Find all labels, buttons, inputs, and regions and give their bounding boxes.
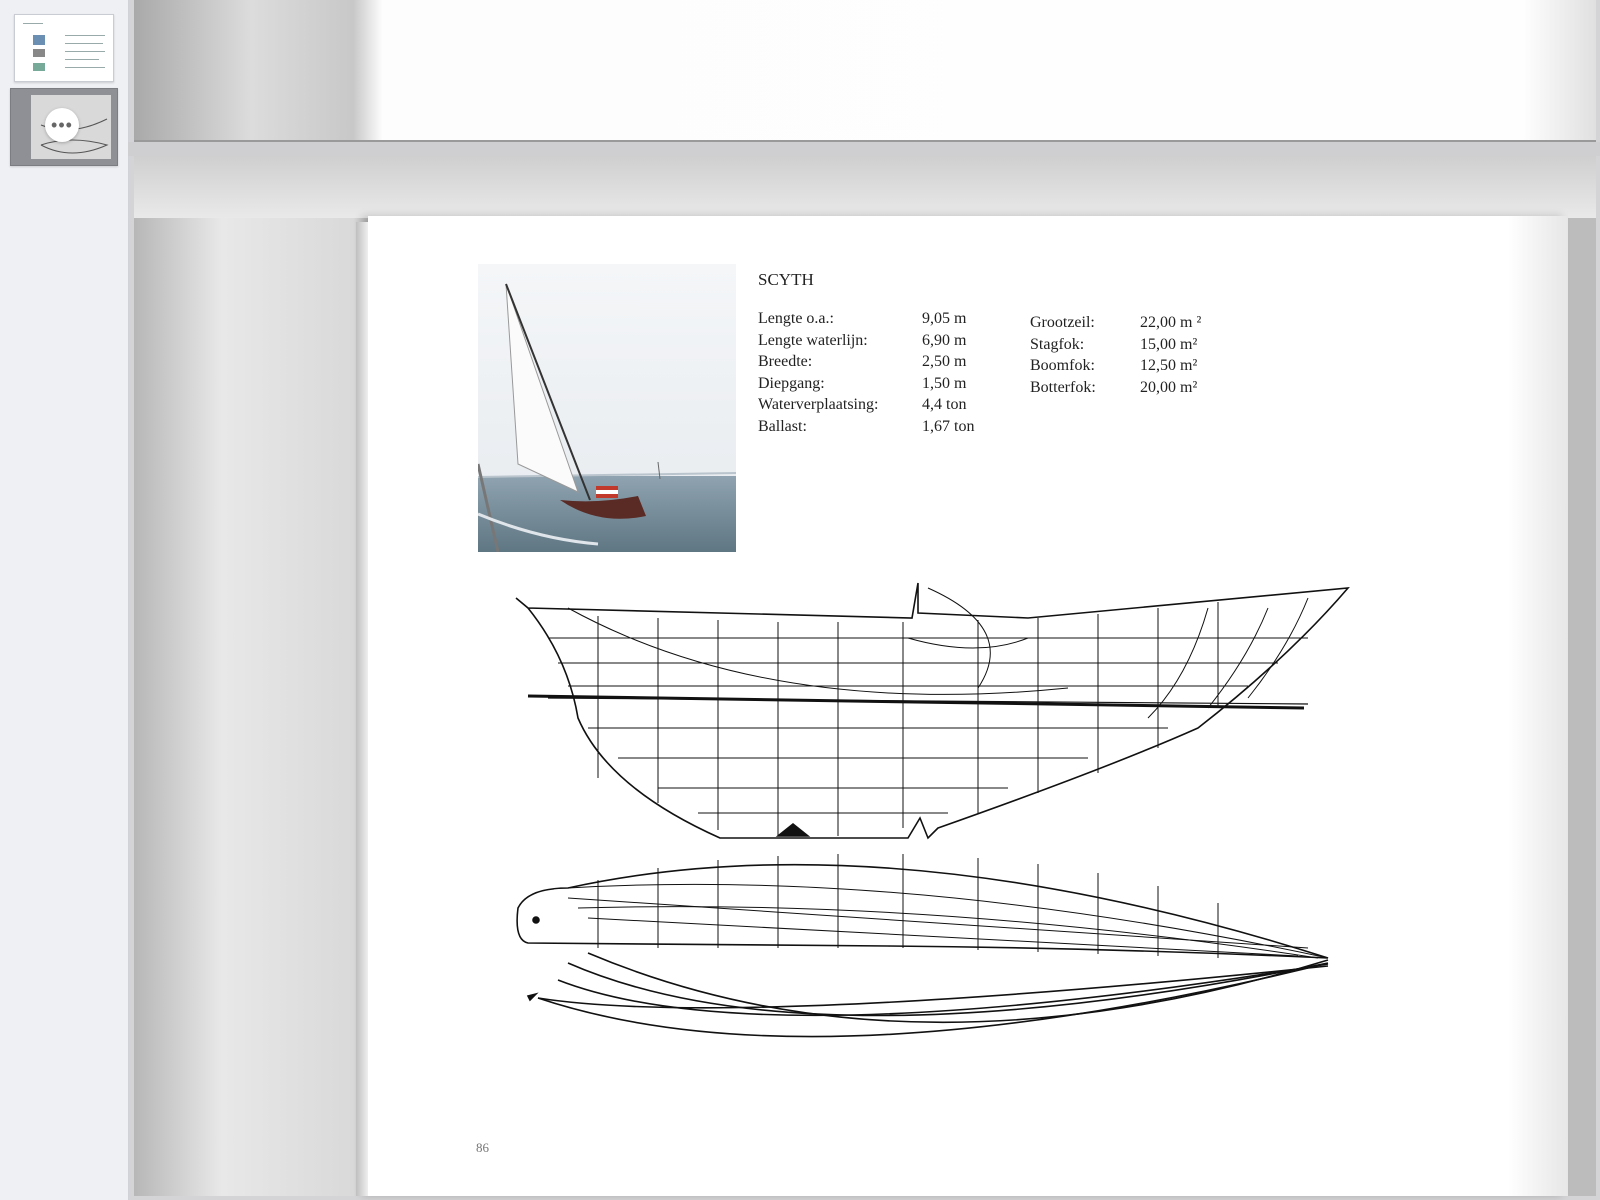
- plan-view: [516, 854, 1329, 1038]
- profile-view: [515, 582, 1350, 840]
- thumb-line: [65, 43, 103, 44]
- spec-label: Lengte waterlijn:: [758, 331, 868, 349]
- thumb-photo: [33, 35, 45, 45]
- spec-row: Diepgang: 1,50 m: [758, 375, 1032, 397]
- previous-page: [134, 0, 1596, 142]
- sail-label: Stagfok:: [1030, 335, 1085, 353]
- spec-label: Waterverplaatsing:: [758, 396, 879, 413]
- sail-row: Boomfok: 12,50 m²: [1030, 357, 1201, 379]
- spec-row: Lengte waterlijn: 6,90 m: [758, 332, 1032, 354]
- page-number: 86: [476, 1140, 489, 1155]
- spec-value: 6,90 m: [922, 331, 967, 349]
- sail-row: Grootzeil: 22,00 m ²: [1030, 314, 1201, 336]
- sail-label: Grootzeil:: [1030, 314, 1095, 331]
- spec-label: Breedte:: [758, 353, 813, 370]
- sail-label: Boomfok:: [1030, 357, 1095, 374]
- boat-name: SCYTH: [758, 270, 814, 289]
- more-options-button[interactable]: •••: [45, 108, 79, 142]
- spec-row: Breedte: 2,50 m: [758, 353, 1032, 375]
- thumb-line: [65, 67, 105, 68]
- page-1-thumbnail[interactable]: [14, 14, 114, 82]
- scan-shadow: [134, 156, 1596, 218]
- scanned-paper: SCYTH Lengte o.a.: 9,05 m Lengte waterlij…: [356, 216, 1568, 1196]
- spec-value: 4,4 ton: [922, 396, 967, 413]
- paper-edge: [356, 222, 368, 1196]
- spec-row: Lengte o.a.: 9,05 m: [758, 310, 1032, 332]
- spec-value: 2,50 m: [922, 353, 967, 370]
- thumb-photo: [33, 49, 45, 57]
- page-edge-shadow: [1508, 216, 1568, 1196]
- spec-value: 9,05 m: [922, 310, 967, 327]
- sail-value: 12,50 m²: [1140, 357, 1198, 374]
- sail-area-table: Grootzeil: 22,00 m ² Stagfok: 15,00 m² Boo…: [1030, 314, 1201, 400]
- sail-value: 20,00 m²: [1140, 378, 1198, 396]
- document-viewer[interactable]: SCYTH Lengte o.a.: 9,05 m Lengte waterlij…: [128, 0, 1600, 1200]
- sailboat-image: [478, 264, 736, 552]
- current-page: SCYTH Lengte o.a.: 9,05 m Lengte waterlij…: [134, 156, 1596, 1196]
- page-thumbnail-sidebar: •••: [0, 0, 129, 1200]
- spec-label: Diepgang:: [758, 374, 825, 392]
- page-separator: [128, 142, 1600, 156]
- spec-row: Waterverplaatsing: 4,4 ton: [758, 396, 1032, 418]
- spec-label: Ballast:: [758, 417, 807, 435]
- spec-label: Lengte o.a.:: [758, 310, 834, 327]
- sail-value: 15,00 m²: [1140, 335, 1198, 353]
- thumb-photo: [33, 63, 45, 71]
- thumb-line: [65, 51, 105, 52]
- spec-value: 1,50 m: [922, 374, 967, 392]
- sail-label: Botterfok:: [1030, 378, 1096, 396]
- sail-row: Botterfok: 20,00 m²: [1030, 379, 1201, 401]
- thumb-line: [23, 23, 43, 24]
- hull-lines-drawing: [515, 582, 1350, 1038]
- thumb-line: [65, 59, 99, 60]
- sail-value: 22,00 m ²: [1140, 314, 1202, 331]
- sailboat-photo: [478, 264, 736, 552]
- spec-value: 1,67 ton: [922, 417, 975, 435]
- sail-row: Stagfok: 15,00 m²: [1030, 336, 1201, 358]
- spec-row: Ballast: 1,67 ton: [758, 418, 1032, 440]
- thumb-line: [65, 35, 105, 36]
- dimensions-table: Lengte o.a.: 9,05 m Lengte waterlijn: 6,90…: [758, 310, 1032, 439]
